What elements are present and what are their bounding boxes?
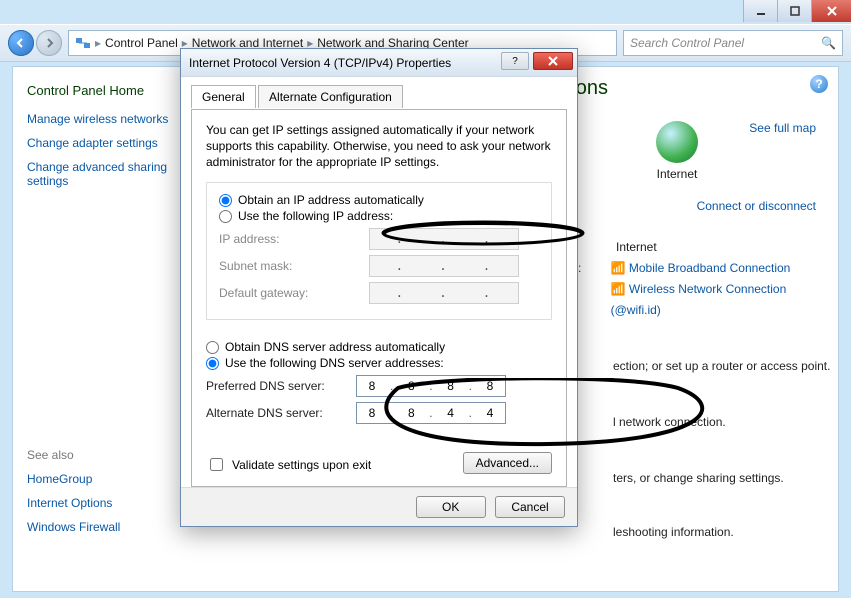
validate-settings-checkbox[interactable]: Validate settings upon exit	[206, 455, 371, 474]
cancel-button[interactable]: Cancel	[495, 496, 565, 518]
dialog-title: Internet Protocol Version 4 (TCP/IPv4) P…	[189, 56, 451, 70]
chevron-right-icon: ▸	[95, 36, 101, 50]
alternate-dns-field[interactable]: 8. 8. 4. 4	[356, 402, 506, 424]
connection-details: ype:Internet ions: 📶 Mobile Broadband Co…	[556, 237, 816, 321]
internet-label: Internet	[656, 167, 698, 181]
breadcrumb-item[interactable]: Control Panel	[105, 36, 178, 50]
dialog-button-row: OK Cancel	[181, 487, 577, 526]
network-sharing-icon	[75, 35, 91, 51]
control-panel-home[interactable]: Control Panel Home	[27, 83, 189, 98]
see-full-map-link[interactable]: See full map	[749, 121, 816, 135]
subnet-mask-label: Subnet mask:	[219, 259, 369, 273]
preferred-dns-field[interactable]: 8. 8. 8. 8	[356, 375, 506, 397]
back-button[interactable]	[8, 30, 34, 56]
text-fragment: ection; or set up a router or access poi…	[613, 359, 830, 373]
sidebar-link[interactable]: Change advanced sharing settings	[27, 160, 189, 188]
search-placeholder: Search Control Panel	[630, 36, 744, 50]
default-gateway-field: ...	[369, 282, 519, 304]
maximize-button[interactable]	[777, 0, 811, 22]
nav-buttons	[8, 30, 62, 56]
see-also-heading: See also	[27, 448, 189, 462]
tab-alternate[interactable]: Alternate Configuration	[258, 85, 403, 108]
sidebar: Control Panel Home Manage wireless netwo…	[13, 67, 203, 591]
signal-icon: 📶	[611, 282, 626, 296]
alternate-dns-label: Alternate DNS server:	[206, 406, 356, 420]
internet-status: Internet	[656, 121, 698, 181]
sidebar-link[interactable]: Windows Firewall	[27, 520, 189, 534]
dialog-help-button[interactable]: ?	[501, 52, 529, 70]
window-caption-buttons	[743, 0, 851, 22]
subnet-mask-field: ...	[369, 255, 519, 277]
ip-manual-radio[interactable]: Use the following IP address:	[219, 209, 539, 223]
ip-address-label: IP address:	[219, 232, 369, 246]
text-fragment: ters, or change sharing settings.	[613, 471, 784, 485]
default-gateway-label: Default gateway:	[219, 286, 369, 300]
minimize-button[interactable]	[743, 0, 777, 22]
forward-button[interactable]	[36, 30, 62, 56]
sidebar-link[interactable]: HomeGroup	[27, 472, 189, 486]
dns-auto-radio-input[interactable]	[206, 341, 219, 354]
connection-link[interactable]: Wireless Network Connection (@wifi.id)	[611, 282, 787, 317]
ip-auto-radio-input[interactable]	[219, 194, 232, 207]
intro-text: You can get IP settings assigned automat…	[206, 122, 552, 170]
globe-icon	[656, 121, 698, 163]
close-window-button[interactable]	[811, 0, 851, 22]
tcpip-properties-dialog: Internet Protocol Version 4 (TCP/IPv4) P…	[180, 48, 578, 527]
ip-auto-radio[interactable]: Obtain an IP address automatically	[219, 193, 539, 207]
text-fragment: l network connection.	[613, 415, 726, 429]
advanced-button[interactable]: Advanced...	[463, 452, 552, 474]
access-type-value: Internet	[616, 237, 657, 258]
dialog-close-button[interactable]	[533, 52, 573, 70]
preferred-dns-label: Preferred DNS server:	[206, 379, 356, 393]
dns-auto-radio[interactable]: Obtain DNS server address automatically	[206, 340, 552, 354]
sidebar-link[interactable]: Change adapter settings	[27, 136, 189, 150]
ip-address-field: ...	[369, 228, 519, 250]
dns-settings-group: Obtain DNS server address automatically …	[206, 330, 552, 439]
connection-link[interactable]: Mobile Broadband Connection	[629, 261, 790, 275]
sidebar-link[interactable]: Manage wireless networks	[27, 112, 189, 126]
dns-manual-radio[interactable]: Use the following DNS server addresses:	[206, 356, 552, 370]
connect-disconnect-link[interactable]: Connect or disconnect	[697, 199, 816, 213]
tab-general[interactable]: General	[191, 85, 256, 108]
text-fragment: leshooting information.	[613, 525, 734, 539]
ip-manual-radio-input[interactable]	[219, 210, 232, 223]
dialog-titlebar[interactable]: Internet Protocol Version 4 (TCP/IPv4) P…	[181, 49, 577, 77]
tab-panel-general: You can get IP settings assigned automat…	[191, 109, 567, 487]
validate-checkbox-input[interactable]	[210, 458, 223, 471]
sidebar-link[interactable]: Internet Options	[27, 496, 189, 510]
dns-manual-radio-input[interactable]	[206, 357, 219, 370]
ip-settings-group: Obtain an IP address automatically Use t…	[206, 182, 552, 320]
signal-icon: 📶	[611, 261, 626, 275]
ok-button[interactable]: OK	[416, 496, 486, 518]
search-input[interactable]: Search Control Panel 🔍	[623, 30, 843, 56]
search-icon: 🔍	[821, 36, 836, 50]
